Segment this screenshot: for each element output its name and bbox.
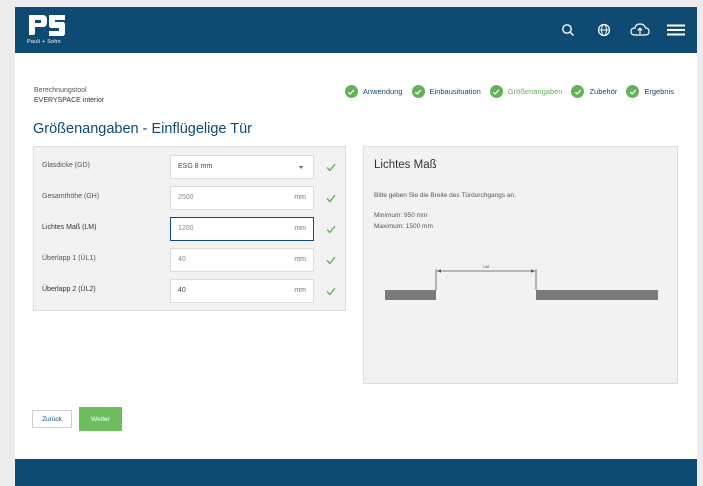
step-zubehoer[interactable]: Zubehör xyxy=(571,85,617,98)
unit-label: mm xyxy=(294,225,306,232)
step-groessenangaben[interactable]: Größenangaben xyxy=(489,85,563,98)
step-label: Einbausituation xyxy=(429,87,481,96)
step-einbausituation[interactable]: Einbausituation xyxy=(411,85,481,98)
checkmark-icon xyxy=(324,284,338,298)
input-value: 40 xyxy=(178,287,186,294)
clear-width-input[interactable]: 1200 mm xyxy=(170,217,314,241)
step-label: Größenangaben xyxy=(507,87,563,96)
row-lichtes-mass: Lichtes Maß (LM) 1200 mm xyxy=(34,217,347,241)
checkmark-icon xyxy=(324,222,338,236)
unit-label: mm xyxy=(294,287,306,294)
check-circle-icon xyxy=(571,85,585,98)
breadcrumb-tool[interactable]: Berechnungstool xyxy=(34,86,104,96)
menu-icon[interactable] xyxy=(665,19,687,41)
page-title: Größenangaben - Einflügelige Tür xyxy=(33,121,252,137)
check-circle-icon xyxy=(626,85,640,98)
checkmark-icon xyxy=(324,160,338,174)
search-icon[interactable] xyxy=(557,19,579,41)
step-label: Zubehör xyxy=(589,87,618,96)
dimension-label: LM xyxy=(483,264,489,269)
unit-label: mm xyxy=(294,256,306,263)
check-circle-icon xyxy=(411,85,425,98)
help-panel: Lichtes Maß Bitte geben Sie die Breite d… xyxy=(363,146,678,384)
field-label: Gesamthöhe (GH) xyxy=(42,193,100,200)
chevron-down-icon xyxy=(299,166,303,169)
field-label: Überlapp 1 (ÜL1) xyxy=(42,255,96,262)
input-value: 1200 xyxy=(178,225,194,232)
arrow-left-icon xyxy=(437,269,441,273)
dimension-form: Glasdicke (GD) ESG 8 mm Gesamthöhe (GH) … xyxy=(33,146,346,311)
field-label: Glasdicke (GD) xyxy=(42,162,90,169)
footer-bar xyxy=(15,459,697,486)
field-label: Lichtes Maß (LM) xyxy=(42,224,97,231)
step-ergebnis[interactable]: Ergebnis xyxy=(626,85,674,98)
checkmark-icon xyxy=(324,191,338,205)
unit-label: mm xyxy=(294,194,306,201)
input-value: 40 xyxy=(178,256,186,263)
step-label: Anwendung xyxy=(362,87,403,96)
select-value: ESG 8 mm xyxy=(178,163,213,170)
clear-width-diagram: LM xyxy=(385,264,658,300)
row-glasdicke: Glasdicke (GD) ESG 8 mm xyxy=(34,155,347,179)
back-button[interactable]: Zurück xyxy=(32,410,72,428)
breadcrumb-product: EVERYSPACE interior xyxy=(34,97,105,104)
wall-right xyxy=(536,290,658,300)
row-gesamthoehe: Gesamthöhe (GH) 2500 mm xyxy=(34,186,347,210)
logo-wordmark: Pauli + Sohn xyxy=(27,39,61,45)
total-height-input[interactable]: 2500 mm xyxy=(170,186,314,210)
header-icon-group xyxy=(557,19,687,41)
overlap-2-input[interactable]: 40 mm xyxy=(170,279,314,303)
step-anwendung[interactable]: Anwendung xyxy=(344,85,403,98)
globe-icon[interactable] xyxy=(593,19,615,41)
help-text: Bitte geben Sie die Breite des Türdurchg… xyxy=(374,192,516,199)
progress-steps: Anwendung Einbausituation Größenangaben … xyxy=(344,85,674,98)
row-ueberlapp-1: Überlapp 1 (ÜL1) 40 mm xyxy=(34,248,347,272)
checkmark-icon xyxy=(324,253,338,267)
help-maximum: Maximum: 1500 mm xyxy=(374,223,433,230)
field-label: Überlapp 2 (ÜL2) xyxy=(42,286,96,293)
check-circle-icon xyxy=(489,85,503,98)
step-label: Ergebnis xyxy=(644,87,674,96)
arrow-right-icon xyxy=(531,269,535,273)
input-value: 2500 xyxy=(178,194,194,201)
help-minimum: Minimum: 950 mm xyxy=(374,212,428,219)
next-button[interactable]: Weiter xyxy=(79,407,122,431)
breadcrumb: Berechnungstool EVERYSPACE interior xyxy=(34,86,104,106)
app-frame: Pauli + Sohn Berechnungstool EVERYSPACE … xyxy=(15,7,697,486)
cloud-upload-icon[interactable] xyxy=(629,19,651,41)
check-circle-icon xyxy=(344,85,358,98)
overlap-1-input[interactable]: 40 mm xyxy=(170,248,314,272)
glass-thickness-select[interactable]: ESG 8 mm xyxy=(170,155,314,179)
wall-left xyxy=(385,290,436,300)
row-ueberlapp-2: Überlapp 2 (ÜL2) 40 mm xyxy=(34,279,347,303)
help-title: Lichtes Maß xyxy=(374,159,437,171)
top-navigation-bar: Pauli + Sohn xyxy=(15,7,697,53)
